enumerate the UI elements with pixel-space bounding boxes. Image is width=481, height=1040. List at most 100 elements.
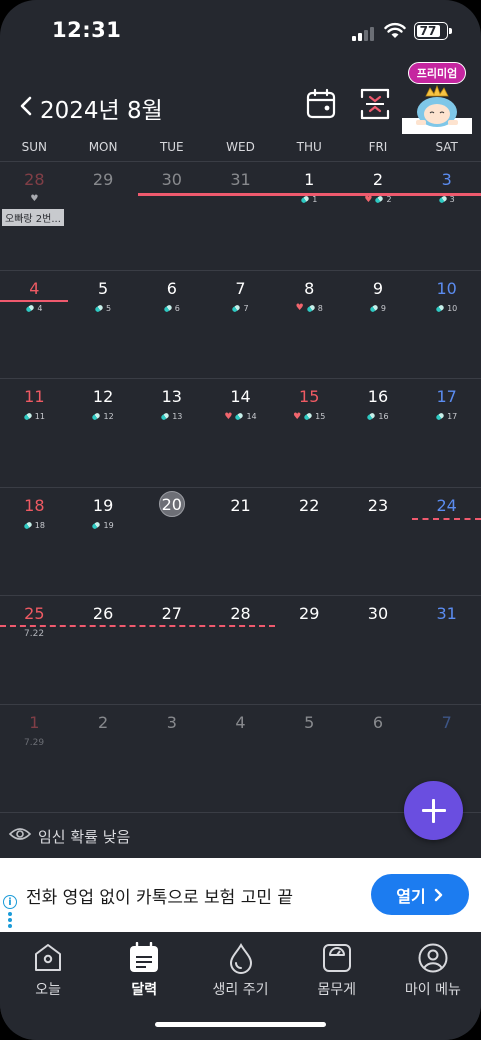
date-number: 1 (304, 170, 315, 189)
profile-icon (418, 943, 448, 973)
week-row: 4 4 5 5 6 6 7 7 8 ♥ 8 9 9 10 10 (0, 269, 481, 379)
weekday-label: SAT (435, 140, 458, 154)
pill-count: 7 (243, 303, 249, 313)
pill-count: 18 (34, 520, 45, 530)
date-number: 9 (372, 278, 384, 298)
date-number: 6 (166, 278, 177, 298)
day-cell[interactable]: 12 12 (69, 379, 138, 487)
day-cell[interactable]: 29 (275, 596, 344, 704)
wifi-icon (384, 22, 406, 38)
tab-my-menu[interactable]: 마이 메뉴 (385, 932, 481, 1040)
day-cell[interactable]: 8 ♥ 8 (275, 271, 344, 379)
weekday-label: TUE (159, 140, 184, 154)
day-cell[interactable]: 55 (69, 271, 138, 379)
day-cell[interactable]: 21 (206, 488, 275, 596)
date-number: 5 (97, 278, 109, 298)
day-cell[interactable]: 20 (137, 488, 206, 596)
day-cell[interactable]: 19 19 (69, 488, 138, 596)
date-number: 1 (29, 712, 40, 732)
day-markers: 9 (344, 304, 413, 313)
day-cell[interactable]: 16 16 (344, 379, 413, 487)
day-cell[interactable]: 28 ♥ 오빠랑 2번... (0, 162, 69, 270)
day-cell[interactable]: 31 (206, 162, 275, 270)
date-number: 17 (436, 387, 457, 406)
day-cell[interactable]: 14 ♥ 14 (206, 379, 275, 487)
predicted-period-line (412, 517, 481, 520)
day-cell[interactable]: 33 (412, 162, 481, 270)
pill-icon (163, 303, 173, 313)
day-markers: 18 (0, 521, 69, 530)
day-cell[interactable]: 3 (137, 705, 206, 813)
ad-banner[interactable]: i 전화 영업 없이 카톡으로 보험 고민 끝 열기 (0, 858, 481, 932)
day-cell[interactable]: 1 7.29 (0, 705, 69, 813)
heart-icon: ♥ (295, 303, 304, 313)
day-markers: ♥ 8 (275, 304, 344, 313)
princess-character-icon (402, 84, 472, 134)
weekday-label: FRI (368, 140, 388, 154)
day-cell[interactable]: 66 (137, 271, 206, 379)
pill-count: 19 (103, 520, 114, 530)
tab-label: 몸무게 (317, 982, 357, 998)
day-cell[interactable]: 26 (69, 596, 138, 704)
day-cell[interactable]: 17 17 (412, 379, 481, 487)
day-cell[interactable]: 25 7.22 (0, 596, 69, 704)
ad-text: 전화 영업 없이 카톡으로 보험 고민 끝 (26, 888, 294, 908)
pregnancy-probability-text: 임신 확률 낮음 (38, 828, 131, 846)
day-markers: 1 (275, 195, 344, 204)
day-cell[interactable]: 10 10 (412, 271, 481, 379)
date-number: 31 (230, 170, 251, 189)
date-number: 30 (161, 170, 182, 189)
day-cell[interactable]: 27 (137, 596, 206, 704)
month-title[interactable]: 2024년 8월 (40, 91, 163, 125)
battery-level: 77 (419, 24, 437, 38)
day-cell[interactable]: 44 (0, 271, 69, 379)
day-cell[interactable]: 15 ♥ 15 (275, 379, 344, 487)
pill-icon (369, 303, 379, 313)
day-cell[interactable]: 6 (344, 705, 413, 813)
tab-label: 마이 메뉴 (404, 982, 461, 998)
date-number: 3 (166, 712, 177, 732)
day-cell[interactable]: 2 (69, 705, 138, 813)
memo-note[interactable]: 오빠랑 2번... (2, 209, 64, 226)
day-cell[interactable]: 11 (275, 162, 344, 270)
day-cell[interactable]: 23 (344, 488, 413, 596)
date-number: 12 (92, 387, 114, 406)
day-cell[interactable]: 30 (344, 596, 413, 704)
date-number: 28 (24, 170, 45, 189)
calendar-today-icon[interactable] (304, 87, 338, 121)
day-cell[interactable]: 2 ♥ 2 (344, 162, 413, 270)
day-cell[interactable]: 28 (206, 596, 275, 704)
home-icon (35, 944, 62, 971)
day-cell[interactable]: 29 (69, 162, 138, 270)
scale-icon (322, 944, 351, 972)
day-cell[interactable]: 77 (206, 271, 275, 379)
tab-today[interactable]: 오늘 (0, 932, 96, 1040)
pill-count: 3 (449, 195, 455, 204)
add-entry-button[interactable] (404, 781, 463, 840)
premium-button[interactable]: 프리미엄 (402, 62, 472, 134)
day-cell[interactable]: 18 18 (0, 488, 69, 596)
pill-count: 9 (380, 303, 386, 313)
back-chevron-icon[interactable] (16, 92, 36, 120)
day-cell[interactable]: 11 11 (0, 379, 69, 487)
ad-info-icon[interactable]: i (3, 895, 17, 909)
day-cell[interactable]: 22 (275, 488, 344, 596)
week-row: 25 7.22 26 27 28 29 30 31 (0, 595, 481, 704)
pill-icon (366, 412, 377, 421)
pill-icon (23, 412, 33, 421)
day-cell[interactable]: 30 (137, 162, 206, 270)
heart-icon: ♥ (224, 411, 233, 422)
day-cell[interactable]: 31 (412, 596, 481, 704)
weekday-header: SUN MON TUE WED THU FRI SAT (0, 140, 481, 162)
day-cell[interactable]: 24 (412, 488, 481, 596)
ad-open-button[interactable]: 열기 (371, 874, 469, 915)
collapse-view-icon[interactable] (358, 87, 392, 121)
day-cell[interactable]: 5 (275, 705, 344, 813)
weekday-label: WED (226, 140, 255, 154)
day-cell[interactable]: 13 13 (137, 379, 206, 487)
day-cell[interactable]: 99 (344, 271, 413, 379)
day-markers: 7 (206, 304, 275, 313)
date-number: 24 (436, 495, 457, 515)
date-number: 7 (441, 712, 452, 732)
day-cell[interactable]: 4 (206, 705, 275, 813)
